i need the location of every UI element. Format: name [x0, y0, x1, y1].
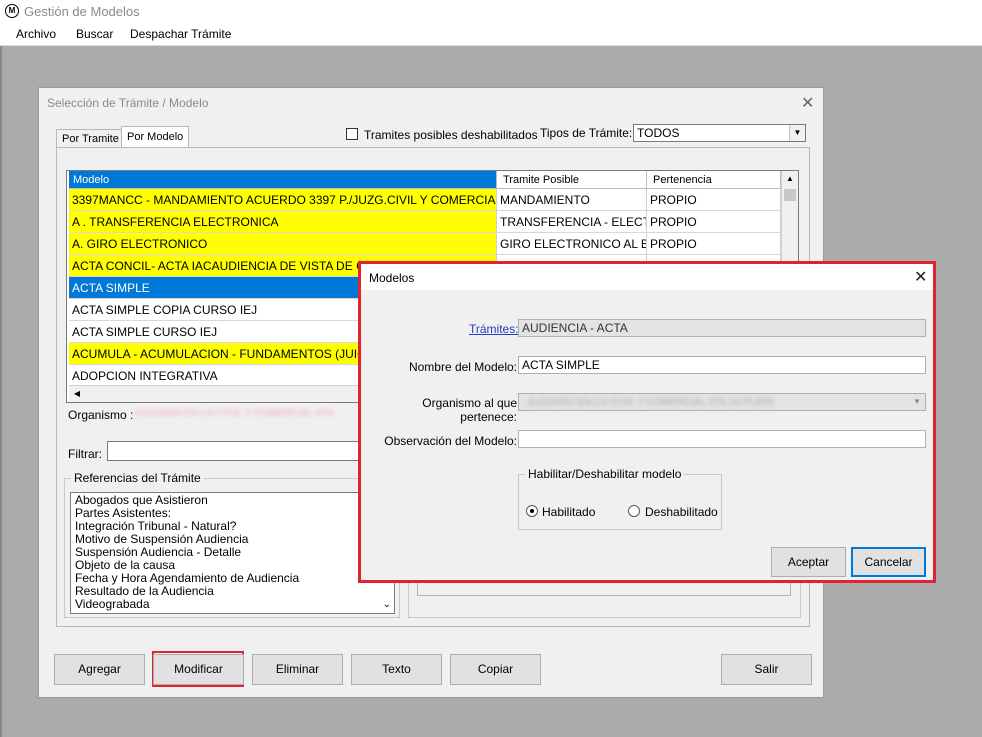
app-title: Gestión de Modelos [24, 4, 140, 19]
menu-archivo[interactable]: Archivo [16, 27, 56, 41]
filtrar-label: Filtrar: [68, 447, 102, 461]
close-icon[interactable]: ✕ [801, 93, 814, 113]
modal-titlebar: Modelos ✕ [361, 264, 933, 290]
habilitar-group: Habilitar/Deshabilitar modelo Habilitado… [518, 467, 722, 530]
tipos-tramite-label: Tipos de Trámite: [540, 126, 633, 140]
chevron-down-icon[interactable]: ⌄ [383, 599, 391, 610]
tab-por-tramite[interactable]: Por Tramite [56, 129, 125, 148]
salir-button[interactable]: Salir [721, 654, 812, 685]
deshabilitado-radio[interactable] [628, 505, 640, 517]
deshabilitado-label[interactable]: Deshabilitado [645, 505, 718, 519]
chevron-down-icon[interactable]: ▼ [910, 395, 924, 409]
cell-pertenencia[interactable]: PROPIO [647, 189, 781, 211]
app-titlebar: M Gestión de Modelos [0, 0, 982, 23]
copiar-button[interactable]: Copiar [450, 654, 541, 685]
cell-tramite-posible[interactable]: TRANSFERENCIA - ELECT… [497, 211, 647, 233]
modificar-button[interactable]: Modificar [153, 654, 244, 685]
tab-por-modelo[interactable]: Por Modelo [121, 126, 190, 147]
column-header-modelo[interactable]: Modelo [69, 171, 497, 189]
aceptar-button[interactable]: Aceptar [771, 547, 846, 577]
cell-tramite-posible[interactable]: MANDAMIENTO [497, 189, 647, 211]
referencias-group: Referencias del Trámite ⌄ Abogados que As… [64, 471, 400, 618]
eliminar-button[interactable]: Eliminar [252, 654, 343, 685]
organismo-label: Organismo : [68, 408, 134, 422]
texto-button[interactable]: Texto [351, 654, 442, 685]
referencias-title: Referencias del Trámite [71, 471, 204, 485]
tipos-tramite-value: TODOS [637, 126, 680, 140]
filtrar-input[interactable] [107, 441, 367, 461]
habilitado-label[interactable]: Habilitado [542, 505, 595, 519]
agregar-button[interactable]: Agregar [54, 654, 145, 685]
table-row[interactable]: 3397MANCC - MANDAMIENTO ACUERDO 3397 P./… [69, 189, 781, 211]
cell-modelo[interactable]: A . TRANSFERENCIA ELECTRONICA [69, 211, 497, 233]
organismo-pertenece-select[interactable]: JUZGADO EN LO CIVIL Y COMERCIAL 6TA 1A P… [518, 393, 926, 411]
referencias-list[interactable]: ⌄ Abogados que Asistieron Partes Asistente… [70, 492, 395, 614]
table-row[interactable]: A. GIRO ELECTRONICO GIRO ELECTRONICO AL B… [69, 233, 781, 255]
tramites-link[interactable]: Trámites: [469, 322, 519, 336]
list-item[interactable]: Videograbada [75, 598, 150, 611]
tramites-deshabilitados-label: Tramites posibles deshabilitados [364, 128, 538, 142]
column-header-pertenencia[interactable]: Pertenencia [647, 171, 781, 189]
modal-title: Modelos [369, 271, 415, 285]
cell-pertenencia[interactable]: PROPIO [647, 233, 781, 255]
chevron-down-icon[interactable]: ▼ [789, 125, 805, 141]
cell-tramite-posible[interactable]: GIRO ELECTRONICO AL B… [497, 233, 647, 255]
menubar: Archivo Buscar Despachar Trámite [0, 23, 982, 46]
scroll-left-icon[interactable]: ◀ [69, 386, 85, 402]
habilitado-radio[interactable] [526, 505, 538, 517]
tramites-field: AUDIENCIA - ACTA [518, 319, 926, 337]
cell-modelo[interactable]: A. GIRO ELECTRONICO [69, 233, 497, 255]
table-row[interactable]: A . TRANSFERENCIA ELECTRONICA TRANSFERENC… [69, 211, 781, 233]
observacion-modelo-label: Observación del Modelo: [384, 434, 517, 448]
cancelar-button[interactable]: Cancelar [851, 547, 926, 577]
column-header-tramite-posible[interactable]: Tramite Posible [497, 171, 647, 189]
menu-despachar-tramite[interactable]: Despachar Trámite [130, 27, 231, 41]
close-icon[interactable]: ✕ [914, 267, 927, 287]
nombre-modelo-field[interactable]: ACTA SIMPLE [518, 356, 926, 374]
app-logo-icon: M [5, 4, 19, 18]
scroll-up-icon[interactable]: ▲ [782, 171, 798, 187]
menu-buscar[interactable]: Buscar [76, 27, 113, 41]
tramites-deshabilitados-checkbox[interactable] [346, 128, 358, 140]
tipos-tramite-select[interactable]: TODOS ▼ [633, 124, 806, 142]
scroll-thumb[interactable] [784, 189, 796, 201]
organismo-pertenece-value: JUZGADO EN LO CIVIL Y COMERCIAL 6TA 1A P… [527, 397, 774, 407]
observacion-modelo-field[interactable] [518, 430, 926, 448]
cell-modelo[interactable]: 3397MANCC - MANDAMIENTO ACUERDO 3397 P./… [69, 189, 497, 211]
cell-pertenencia[interactable]: PROPIO [647, 211, 781, 233]
modelos-modal: Modelos ✕ Trámites: AUDIENCIA - ACTA Nom… [358, 261, 936, 583]
nombre-modelo-label: Nombre del Modelo: [408, 360, 517, 374]
dialog-title: Selección de Trámite / Modelo [47, 96, 209, 110]
organismo-value: JUZGADO EN LO CIVIL Y COMERCIAL 6TA [134, 408, 334, 419]
habilitar-title: Habilitar/Deshabilitar modelo [525, 467, 685, 481]
organismo-pertenece-label: Organismo al que pertenece: [422, 396, 517, 424]
